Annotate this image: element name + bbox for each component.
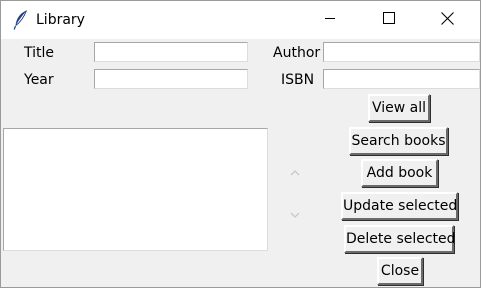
- close-button[interactable]: Close: [377, 257, 423, 285]
- delete-selected-button[interactable]: Delete selected: [344, 225, 456, 253]
- title-bar[interactable]: Library: [1, 1, 480, 39]
- window-title: Library: [36, 12, 85, 28]
- isbn-field[interactable]: [323, 69, 480, 89]
- title-field[interactable]: [94, 42, 248, 62]
- scroll-up-arrow-icon[interactable]: [289, 165, 301, 176]
- author-label: Author: [273, 45, 321, 61]
- minimize-icon: [324, 12, 336, 28]
- update-selected-button[interactable]: Update selected: [341, 192, 458, 220]
- minimize-button[interactable]: [307, 1, 353, 39]
- close-icon: [440, 11, 454, 29]
- author-field[interactable]: [323, 42, 480, 62]
- maximize-button[interactable]: [366, 1, 412, 39]
- books-listbox[interactable]: [3, 128, 268, 251]
- year-label: Year: [24, 72, 54, 88]
- scroll-down-arrow-icon[interactable]: [289, 207, 301, 218]
- feather-icon: [11, 9, 31, 31]
- maximize-icon: [383, 12, 395, 28]
- listbox-scrollbar[interactable]: [286, 156, 304, 226]
- title-label: Title: [24, 45, 55, 61]
- isbn-label: ISBN: [281, 72, 315, 88]
- add-book-button[interactable]: Add book: [361, 159, 438, 187]
- library-window: Library Title Author Year ISBN View all …: [0, 0, 481, 288]
- search-books-button[interactable]: Search books: [349, 127, 448, 155]
- close-window-button[interactable]: [424, 1, 470, 39]
- year-field[interactable]: [94, 69, 248, 89]
- view-all-button[interactable]: View all: [368, 94, 430, 122]
